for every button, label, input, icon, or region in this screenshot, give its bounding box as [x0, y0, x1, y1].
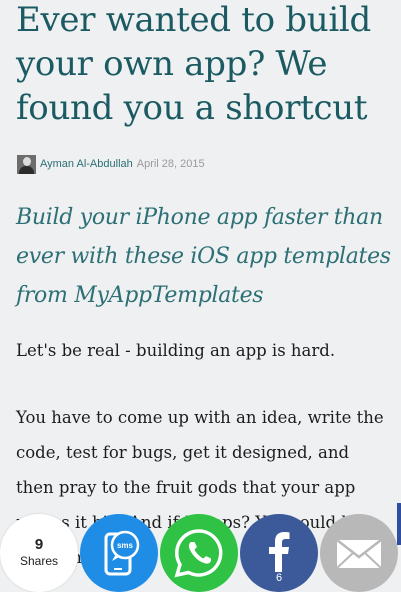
sms-phone-icon: sms — [104, 530, 140, 576]
share-count-label: Shares — [19, 554, 59, 568]
byline: Ayman Al-Abdullah April 28, 2015 — [17, 154, 205, 174]
author-avatar[interactable] — [17, 154, 36, 174]
article-subtitle: Build your iPhone app faster than ever w… — [16, 205, 391, 308]
publish-date: April 28, 2015 — [136, 158, 205, 170]
whatsapp-share-button[interactable] — [160, 514, 238, 592]
sms-share-button[interactable]: sms — [80, 514, 158, 592]
email-share-button[interactable] — [320, 514, 398, 592]
facebook-share-button[interactable]: 6 — [240, 514, 318, 592]
author-link[interactable]: Ayman Al-Abdullah — [40, 158, 133, 170]
envelope-icon — [336, 539, 382, 569]
facebook-share-count: 6 — [275, 572, 283, 584]
sms-label: sms — [117, 541, 134, 550]
article: Ever wanted to build your own app? We fo… — [0, 0, 401, 592]
share-count-badge: 9 Shares — [0, 514, 78, 592]
share-count: 9 — [34, 536, 44, 553]
whatsapp-icon — [174, 529, 223, 578]
share-bar: 9 Shares sms 6 — [0, 514, 401, 592]
article-headline: Ever wanted to build your own app? We fo… — [16, 0, 371, 128]
body-paragraph: Let's be real - building an app is hard. — [16, 341, 336, 360]
